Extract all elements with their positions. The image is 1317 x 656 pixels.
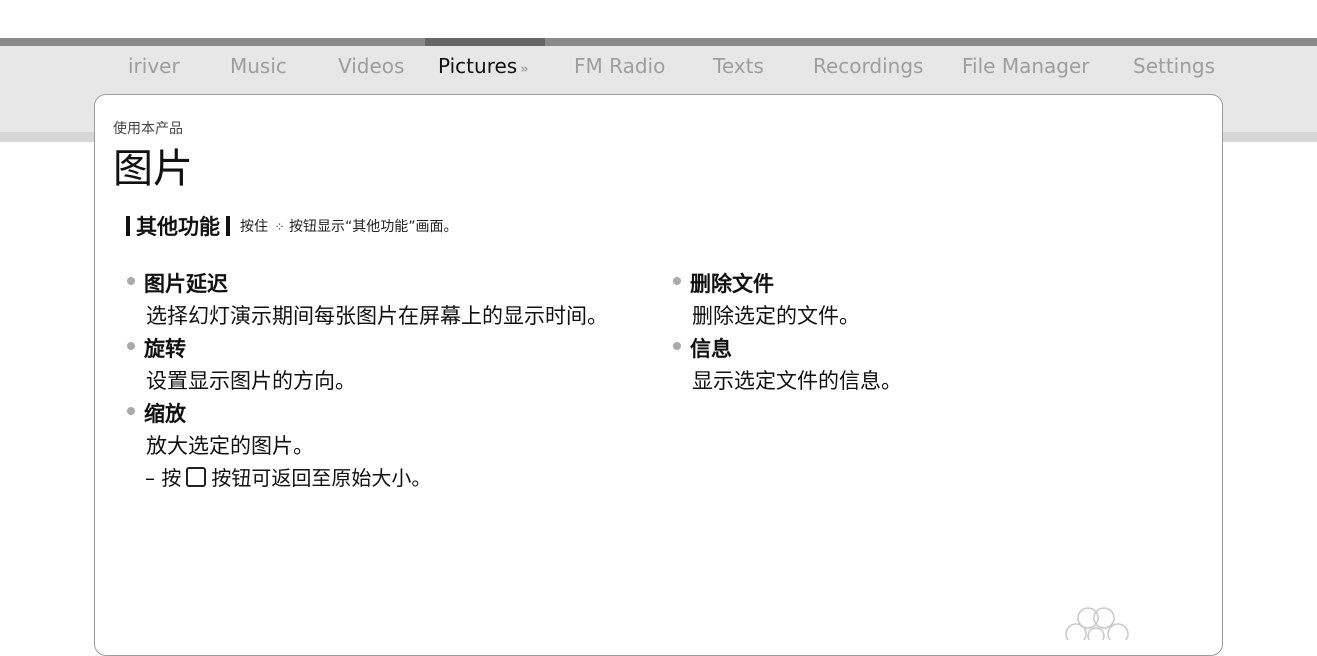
zoom-note-suffix: 按钮可返回至原始大小。 [211, 466, 432, 490]
feature-name: 旋转 [144, 337, 186, 361]
tab-pictures[interactable]: Pictures ›› [438, 54, 529, 78]
tab-music[interactable]: Music [230, 54, 287, 78]
zoom-note: – 按 按钮可返回至原始大小。 [145, 462, 431, 491]
tab-fm-radio[interactable]: FM Radio [574, 54, 665, 78]
feature-name: 删除文件 [690, 272, 774, 296]
tab-pictures-label: Pictures [438, 54, 518, 78]
tab-texts[interactable]: Texts [713, 54, 764, 78]
section-bar-left [126, 216, 130, 236]
feature-desc: 放大选定的图片。 [146, 434, 314, 458]
feature-desc: 选择幻灯演示期间每张图片在屏幕上的显示时间。 [146, 304, 608, 328]
active-tab-indicator [425, 38, 545, 46]
section-header: 其他功能 按住 ⁘ 按钮显示“其他功能”画面。 [126, 211, 457, 241]
feature-name: 缩放 [144, 402, 186, 426]
section-title: 其他功能 [136, 215, 220, 239]
nav-top-line [0, 38, 1317, 46]
bullet-icon [127, 277, 135, 285]
feature-desc: 显示选定文件的信息。 [692, 369, 902, 393]
tab-file-manager[interactable]: File Manager [962, 54, 1090, 78]
zoom-note-prefix: – 按 [145, 466, 182, 490]
section-note-prefix: 按住 [240, 219, 268, 235]
double-chevron-right-icon: ›› [520, 62, 529, 77]
feature-name: 信息 [690, 337, 732, 361]
feature-name: 图片延迟 [144, 272, 228, 296]
bullet-icon [673, 342, 681, 350]
dots-menu-icon: ⁘ [274, 220, 284, 234]
tab-settings[interactable]: Settings [1133, 54, 1215, 78]
bullet-icon [673, 277, 681, 285]
section-note-suffix: 按钮显示“其他功能”画面。 [288, 219, 458, 235]
breadcrumb: 使用本产品 [113, 121, 183, 137]
tab-recordings[interactable]: Recordings [813, 54, 923, 78]
feature-desc: 删除选定的文件。 [692, 304, 860, 328]
bullet-icon [127, 407, 135, 415]
section-bar-right [226, 216, 230, 236]
square-button-icon [186, 466, 207, 487]
section-note: 按住 ⁘ 按钮显示“其他功能”画面。 [240, 216, 457, 236]
tab-videos[interactable]: Videos [338, 54, 404, 78]
bullet-icon [127, 342, 135, 350]
tab-iriver[interactable]: iriver [128, 54, 180, 78]
feature-desc: 设置显示图片的方向。 [146, 369, 356, 393]
decorative-flower-icon [1065, 607, 1129, 640]
page-title: 图片 [113, 146, 193, 192]
